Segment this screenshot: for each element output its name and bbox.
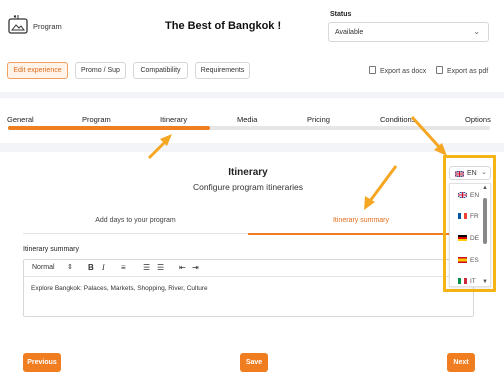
step-conditions[interactable]: Conditions <box>380 115 415 124</box>
language-current: EN <box>467 170 477 177</box>
uk-flag-icon <box>458 192 467 198</box>
tab-promo-sup[interactable]: Promo / Sup <box>75 62 126 79</box>
scroll-down-arrow-icon[interactable]: ▼ <box>482 279 488 285</box>
format-select-arrows-icon[interactable]: ⇕ <box>67 263 73 271</box>
export-pdf-label: Export as pdf <box>447 68 489 75</box>
export-docx-button[interactable]: Export as docx <box>369 66 426 75</box>
indent-icon[interactable]: ⇥ <box>192 263 199 272</box>
bullet-list-icon[interactable]: ☰ <box>157 263 164 272</box>
italic-icon[interactable]: I <box>102 263 105 272</box>
language-option-label: FR <box>470 213 479 220</box>
tab-compatibility[interactable]: Compatibility <box>133 62 188 79</box>
section-title: Itinerary <box>228 167 268 178</box>
step-general[interactable]: General <box>7 115 34 124</box>
editor-content[interactable]: Explore Bangkok: Palaces, Markets, Shopp… <box>31 285 208 292</box>
program-label: Program <box>33 22 62 31</box>
active-tab-underline <box>248 233 474 235</box>
chevron-down-icon: ⌄ <box>473 27 480 36</box>
tab-add-days[interactable]: Add days to your program <box>23 217 248 224</box>
step-options[interactable]: Options <box>465 115 491 124</box>
spain-flag-icon <box>458 257 467 263</box>
chevron-down-icon: ⌄ <box>481 169 487 176</box>
bold-icon[interactable]: B <box>88 263 94 272</box>
language-option-label: EN <box>470 192 480 199</box>
document-icon <box>436 66 443 74</box>
step-pricing[interactable]: Pricing <box>307 115 330 124</box>
language-option-es[interactable]: ES <box>458 257 479 264</box>
step-itinerary[interactable]: Itinerary <box>160 115 187 124</box>
tab-itinerary-summary[interactable]: Itinerary summary <box>248 217 474 224</box>
save-button[interactable]: Save <box>240 353 268 372</box>
language-option-fr[interactable]: FR <box>458 213 479 220</box>
program-image-icon <box>8 15 28 34</box>
language-menu: EN FR DE ES IT ▲ ▼ <box>449 183 491 287</box>
status-label: Status <box>330 11 352 18</box>
step-progress-fill <box>8 126 211 130</box>
next-button[interactable]: Next <box>447 353 475 372</box>
format-select[interactable]: Normal <box>32 264 55 271</box>
language-select[interactable]: EN ⌄ <box>449 166 491 180</box>
tab-edit-experience[interactable]: Edit experience <box>7 62 68 79</box>
step-media[interactable]: Media <box>237 115 257 124</box>
scroll-up-arrow-icon[interactable]: ▲ <box>482 185 488 191</box>
tab-requirements[interactable]: Requirements <box>195 62 250 79</box>
language-option-en[interactable]: EN <box>458 192 479 199</box>
step-program[interactable]: Program <box>82 115 111 124</box>
export-docx-label: Export as docx <box>380 68 427 75</box>
status-value: Available <box>335 29 364 36</box>
divider <box>0 92 504 98</box>
page-title: The Best of Bangkok ! <box>165 20 282 32</box>
rich-text-editor[interactable]: Normal ⇕ B I ≡ ☰ ☰ ⇤ ⇥ Explore Bangkok: … <box>23 259 474 317</box>
status-select[interactable]: Available ⌄ <box>328 22 489 42</box>
language-option-de[interactable]: DE <box>458 235 479 242</box>
align-icon[interactable]: ≡ <box>121 263 126 272</box>
editor-toolbar: Normal ⇕ B I ≡ ☰ ☰ ⇤ ⇥ <box>24 260 473 277</box>
language-option-it[interactable]: IT <box>458 278 476 286</box>
france-flag-icon <box>458 213 467 219</box>
itinerary-summary-label: Itinerary summary <box>23 246 80 253</box>
export-pdf-button[interactable]: Export as pdf <box>436 66 488 75</box>
language-option-label: IT <box>470 278 476 285</box>
outdent-icon[interactable]: ⇤ <box>179 263 186 272</box>
germany-flag-icon <box>458 235 467 241</box>
language-option-label: ES <box>470 257 479 264</box>
tab-underline <box>23 233 248 234</box>
language-option-label: DE <box>470 235 480 242</box>
uk-flag-icon <box>455 171 464 177</box>
divider <box>0 143 504 152</box>
italy-flag-icon <box>458 278 467 284</box>
annotation-arrows <box>147 115 447 210</box>
ordered-list-icon[interactable]: ☰ <box>143 263 150 272</box>
language-menu-scrollbar[interactable] <box>483 198 487 244</box>
document-icon <box>369 66 376 74</box>
section-subtitle: Configure program itineraries <box>192 182 304 192</box>
previous-button[interactable]: Previous <box>23 353 61 372</box>
